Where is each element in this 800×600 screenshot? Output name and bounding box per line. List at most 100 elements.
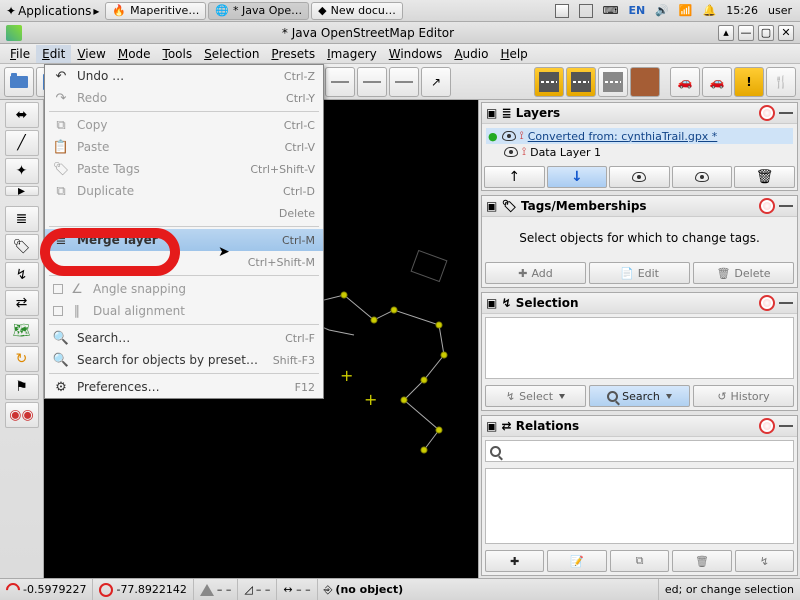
tags-header[interactable]: ▣ 🏷 Tags/Memberships <box>482 196 797 217</box>
panel-filter-btn[interactable]: ⚑ <box>5 374 39 400</box>
tags-edit-button[interactable]: 📄 Edit <box>589 262 690 284</box>
layers-header[interactable]: ▣ ≣ Layers <box>482 103 797 124</box>
open-button[interactable] <box>4 67 34 97</box>
minimize-button[interactable]: — <box>738 25 754 41</box>
menu-audio[interactable]: Audio <box>448 45 494 63</box>
tbar-d[interactable] <box>389 67 419 97</box>
menu-file[interactable]: File <box>4 45 36 63</box>
task-maperitive[interactable]: 🔥 Maperitive… <box>105 2 206 20</box>
collapse-icon[interactable]: ▣ <box>486 199 497 213</box>
panel-selection-btn[interactable]: ↯ <box>5 262 39 288</box>
layer-toggle-button[interactable] <box>609 166 670 188</box>
collapse-icon[interactable]: ▣ <box>486 296 497 310</box>
tool-select[interactable]: ⬌ <box>5 102 39 128</box>
menu-help[interactable]: Help <box>494 45 533 63</box>
tbar-c[interactable] <box>357 67 387 97</box>
edit-menu-item[interactable]: ⚙Preferences…F12 <box>45 376 323 398</box>
relation-edit-button[interactable]: 📝 <box>547 550 606 572</box>
preset-warn[interactable]: ! <box>734 67 764 97</box>
collapse-icon[interactable]: ▣ <box>486 106 497 120</box>
menu-tools[interactable]: Tools <box>157 45 199 63</box>
tags-add-button[interactable]: ✚ Add <box>485 262 586 284</box>
volume-icon[interactable]: 🔊 <box>655 4 669 17</box>
user-label[interactable]: user <box>768 4 792 17</box>
selection-header[interactable]: ▣ ↯ Selection <box>482 293 797 314</box>
tbar-e[interactable]: ↗ <box>421 67 451 97</box>
menu-mode[interactable]: Mode <box>112 45 157 63</box>
eye-icon[interactable] <box>502 131 516 141</box>
workspace1-icon[interactable] <box>555 4 569 18</box>
panel-layers-btn[interactable]: ≣ <box>5 206 39 232</box>
edit-menu-item[interactable]: ≣Merge layerCtrl-M <box>45 229 323 251</box>
preset-car1[interactable]: 🚗 <box>670 67 700 97</box>
notification-icon[interactable]: 🔔 <box>703 4 717 17</box>
panel-paint-btn[interactable]: ◉◉ <box>5 402 39 428</box>
panel-map-btn[interactable]: 🗺 <box>5 318 39 344</box>
minimize-panel-icon[interactable] <box>779 302 793 304</box>
edit-menu-item[interactable]: ↶Undo …Ctrl-Z <box>45 65 323 87</box>
tbar-b[interactable] <box>325 67 355 97</box>
task-newdoc[interactable]: ◆ New docu… <box>311 2 403 20</box>
layer-up-button[interactable]: ↑ <box>484 166 545 188</box>
close-button[interactable]: ✕ <box>778 25 794 41</box>
keyboard-icon[interactable]: ⌨ <box>603 4 619 17</box>
tool-expand[interactable]: ▸ <box>5 186 39 196</box>
relation-add-button[interactable]: ✚ <box>485 550 544 572</box>
relation-del-button[interactable]: 🗑 <box>672 550 731 572</box>
preset-food[interactable]: 🍴 <box>766 67 796 97</box>
layer-delete-button[interactable]: 🗑 <box>734 166 795 188</box>
relations-list[interactable] <box>485 468 794 544</box>
layer-row[interactable]: ●⟟Converted from: cynthiaTrail.gpx * <box>486 128 793 144</box>
select-button[interactable]: ↯ Select <box>485 385 586 407</box>
menu-edit[interactable]: Edit <box>36 45 71 63</box>
menu-presets[interactable]: Presets <box>265 45 321 63</box>
menu-item-icon: ⧉ <box>53 117 69 133</box>
menu-windows[interactable]: Windows <box>383 45 449 63</box>
panel-refresh-btn[interactable]: ↻ <box>5 346 39 372</box>
network-icon[interactable]: 📶 <box>679 4 693 17</box>
tags-delete-button[interactable]: 🗑 Delete <box>693 262 794 284</box>
help-icon[interactable] <box>759 295 775 311</box>
relations-search[interactable] <box>485 440 794 462</box>
help-icon[interactable] <box>759 418 775 434</box>
rollup-button[interactable]: ▴ <box>718 25 734 41</box>
task-josm[interactable]: 🌐 * Java Ope… <box>208 2 309 20</box>
relation-sel-button[interactable]: ↯ <box>735 550 794 572</box>
collapse-icon[interactable]: ▣ <box>486 419 497 433</box>
panel-tags-btn[interactable]: 🏷 <box>5 234 39 260</box>
clock[interactable]: 15:26 <box>726 4 758 17</box>
relations-header[interactable]: ▣ ⇄ Relations <box>482 416 797 437</box>
history-button[interactable]: ↺ History <box>693 385 794 407</box>
menu-selection[interactable]: Selection <box>198 45 265 63</box>
preset-car2[interactable]: 🚗 <box>702 67 732 97</box>
minimize-panel-icon[interactable] <box>779 112 793 114</box>
menu-view[interactable]: View <box>71 45 111 63</box>
help-icon[interactable] <box>759 105 775 121</box>
preset-road1[interactable] <box>534 67 564 97</box>
maximize-button[interactable]: ▢ <box>758 25 774 41</box>
layer-down-button[interactable]: ↓ <box>547 166 608 188</box>
tool-lasso[interactable]: ✦ <box>5 158 39 184</box>
edit-menu-item: ∥Dual alignment <box>45 300 323 322</box>
layer-showhide-button[interactable] <box>672 166 733 188</box>
edit-menu-item[interactable]: 🔍Search…Ctrl-F <box>45 327 323 349</box>
selection-list[interactable] <box>485 317 794 379</box>
applications-menu[interactable]: ✦ Applications ▸ <box>2 4 103 18</box>
menu-imagery[interactable]: Imagery <box>321 45 383 63</box>
eye-icon[interactable] <box>504 147 518 157</box>
cross-marker-icon: + <box>364 390 377 409</box>
relation-dup-button[interactable]: ⧉ <box>610 550 669 572</box>
edit-menu-item[interactable]: 🔍Search for objects by preset…Shift-F3 <box>45 349 323 371</box>
language-indicator[interactable]: EN <box>628 4 645 17</box>
minimize-panel-icon[interactable] <box>779 205 793 207</box>
workspace2-icon[interactable] <box>579 4 593 18</box>
help-icon[interactable] <box>759 198 775 214</box>
search-button[interactable]: Search <box>589 385 690 407</box>
layer-row[interactable]: ⟟Data Layer 1 <box>486 144 793 160</box>
preset-wall[interactable] <box>630 67 660 97</box>
minimize-panel-icon[interactable] <box>779 425 793 427</box>
preset-road3[interactable] <box>598 67 628 97</box>
tool-draw[interactable]: ╱ <box>5 130 39 156</box>
preset-road2[interactable] <box>566 67 596 97</box>
panel-rel-btn[interactable]: ⇄ <box>5 290 39 316</box>
